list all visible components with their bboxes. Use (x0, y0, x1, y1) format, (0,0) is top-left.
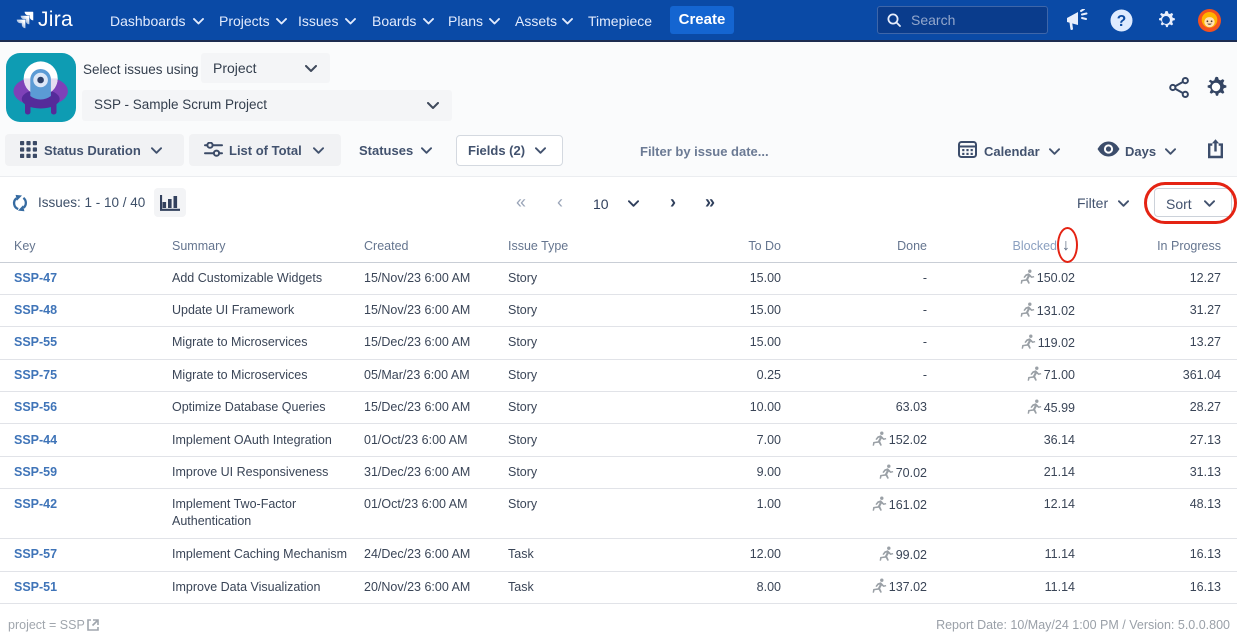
svg-text:?: ? (1117, 13, 1126, 30)
